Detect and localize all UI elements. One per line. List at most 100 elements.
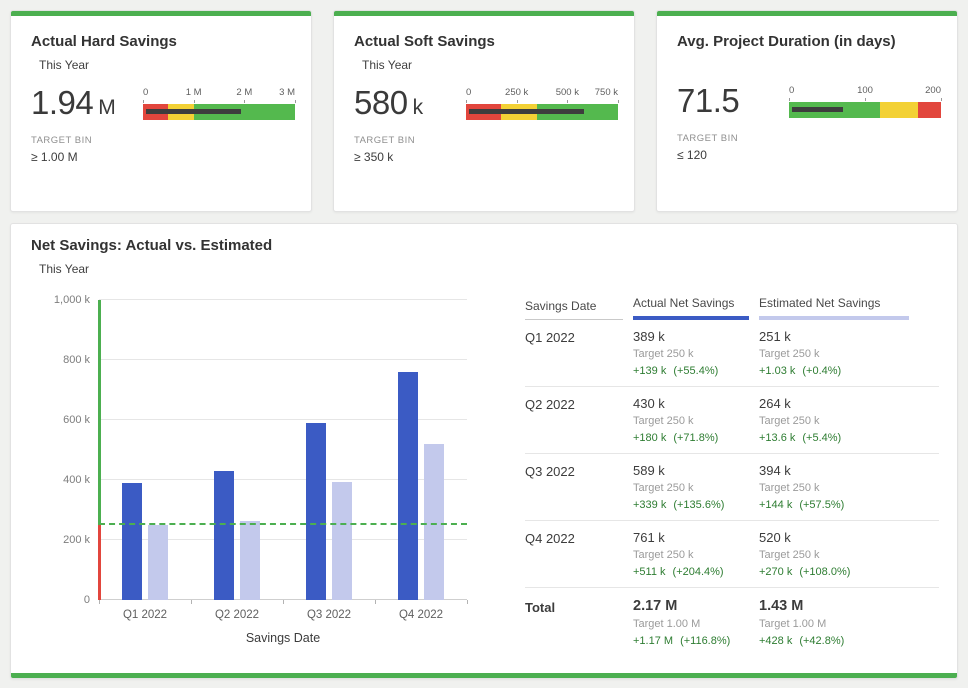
table-row-q3-2022[interactable]: Q3 2022589 kTarget 250 k+339 k(+135.6%)3… [525,454,939,521]
target-bin-label: TARGET BIN [677,133,943,144]
cell-variance: +13.6 k(+5.4%) [759,432,909,445]
table-cell-actual: 2.17 MTarget 1.00 M+1.17 M(+116.8%) [633,599,749,648]
kpi-main: 1.94M 01 M2 M3 M [31,84,297,122]
table-cell-actual: 389 kTarget 250 k+139 k(+55.4%) [633,329,749,378]
card-bottom-accent [11,673,957,678]
bullet-range-red [918,102,941,118]
variance-percent: (+5.4%) [802,432,841,444]
kpi-title: Actual Soft Savings [354,33,620,50]
axis-tick-mark [941,98,942,101]
y-axis-label: 0 [84,594,90,606]
axis-tick-mark [865,98,866,101]
axis-tick-mark [466,100,467,103]
plot-area: 0200 k400 k600 k800 k1,000 kQ1 2022Q2 20… [99,300,467,600]
bar-actual-q4-2022[interactable] [398,372,418,600]
table-cell-estimated: 1.43 M Target 1.00 M +428 k (+42.8%) [759,599,909,648]
row-label: Q2 2022 [525,396,623,445]
variance-percent: (+71.8%) [673,432,718,444]
chart-title: Net Savings: Actual vs. Estimated [31,237,939,254]
cell-value: 1.43 M [759,599,909,614]
variance-table: Savings Date Actual Net Savings Estimate… [525,296,939,664]
cell-target: Target 250 k [759,348,909,361]
chart-and-table: 0200 k400 k600 k800 k1,000 kQ1 2022Q2 20… [31,282,939,664]
column-header-savings-date: Savings Date [525,299,623,320]
axis-tick-mark [517,100,518,103]
kpi-value: 1.94M [31,84,115,122]
bar-actual-q2-2022[interactable] [214,471,234,600]
table-header: Savings Date Actual Net Savings Estimate… [525,296,939,320]
kpi-main: 71.5 0100200 [677,82,943,120]
bar-actual-q1-2022[interactable] [122,483,142,600]
bar-actual-q3-2022[interactable] [306,423,326,600]
kpi-value-number: 71.5 [677,82,739,119]
bar-estimated-q4-2022[interactable] [424,444,444,600]
variance-absolute: +428 k [759,635,792,647]
axis-tick-mark [295,100,296,103]
target-bin-value: ≥ 350 k [354,150,620,164]
kpi-card-body: Actual Hard Savings This Year 1.94M 0 1 M… [11,16,311,164]
axis-tick-mark [618,100,619,103]
cell-target: Target 1.00 M [633,618,749,631]
variance-absolute: +1.17 M [633,635,673,647]
variance-absolute: +1.03 k [759,365,795,377]
column-header-estimated-net-savings: Estimated Net Savings [759,296,909,320]
variance-percent: (+135.6%) [673,499,724,511]
variance-percent: (+42.8%) [799,635,844,647]
chart-subtitle: This Year [39,262,939,276]
y-axis-label: 400 k [63,474,90,486]
bullet-bar [466,104,618,120]
bar-estimated-q2-2022[interactable] [240,521,260,600]
axis-tick-label: 750 k [595,87,618,98]
x-axis-label: Q1 2022 [123,609,167,621]
table-row-total[interactable]: Total2.17 MTarget 1.00 M+1.17 M(+116.8%)… [525,588,939,656]
bullet-value-bar [792,107,843,112]
kpi-title: Actual Hard Savings [31,33,297,50]
y-axis-label: 200 k [63,534,90,546]
row-label: Q3 2022 [525,463,623,512]
kpi-card-hard-savings: Actual Hard Savings This Year 1.94M 0 1 M… [10,10,312,212]
table-cell-estimated: 520 kTarget 250 k+270 k(+108.0%) [759,530,909,579]
variance-absolute: +139 k [633,365,666,377]
bullet-chart-hard-savings: 01 M2 M3 M [143,87,295,120]
x-axis-tick [283,600,284,604]
axis-tick-label: 0 [789,85,794,96]
cell-variance: +139 k(+55.4%) [633,365,749,378]
variance-percent: (+204.4%) [673,566,724,578]
cell-variance: +144 k(+57.5%) [759,499,909,512]
cell-target: Target 1.00 M [759,618,909,631]
row-label: Q1 2022 [525,329,623,378]
variance-absolute: +270 k [759,566,792,578]
table-cell-estimated: 264 kTarget 250 k+13.6 k(+5.4%) [759,396,909,445]
y-axis-below-target [98,525,101,600]
table-row-q1-2022[interactable]: Q1 2022389 kTarget 250 k+139 k(+55.4%)25… [525,320,939,387]
axis-tick-label: 1 M [186,87,202,98]
target-line [99,523,467,525]
bar-estimated-q3-2022[interactable] [332,482,352,600]
variance-absolute: +511 k [633,566,666,578]
bar-estimated-q1-2022[interactable] [148,525,168,600]
table-row-q2-2022[interactable]: Q2 2022430 kTarget 250 k+180 k(+71.8%)26… [525,387,939,454]
cell-value: 2.17 M [633,599,749,614]
cell-value: 430 k [633,396,749,411]
cell-variance: +428 k (+42.8%) [759,635,909,648]
cell-variance: +339 k (+135.6%) [633,499,749,512]
bullet-axis: 01 M2 M3 M [143,87,295,100]
axis-tick-label: 0 [143,87,148,98]
table-row-q4-2022[interactable]: Q4 2022761 kTarget 250 k+511 k(+204.4%)5… [525,521,939,588]
kpi-title: Avg. Project Duration (in days) [677,33,943,50]
bullet-chart-soft-savings: 0250 k500 k750 k [466,87,618,120]
x-axis-tick [191,600,192,604]
cell-variance: +511 k (+204.4%) [633,566,749,579]
axis-tick-mark [244,100,245,103]
x-axis-label: Q2 2022 [215,609,259,621]
cell-target: Target 250 k [759,549,909,562]
kpi-subtitle: This Year [39,58,297,72]
x-axis-label: Q4 2022 [399,609,443,621]
y-axis-label: 1,000 k [54,294,90,306]
kpi-card-body: Avg. Project Duration (in days) 71.5 010… [657,16,957,162]
axis-tick-mark [194,100,195,103]
variance-absolute: +339 k [633,499,666,511]
cell-variance: +1.03 k(+0.4%) [759,365,909,378]
table-cell-actual: 430 kTarget 250 k+180 k(+71.8%) [633,396,749,445]
bullet-axis: 0100200 [789,85,941,98]
